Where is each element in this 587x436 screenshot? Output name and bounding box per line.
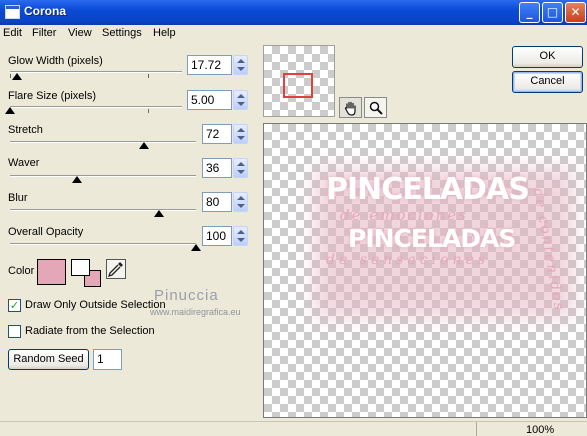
blur-slider-thumb[interactable] (153, 210, 164, 217)
credit-url: www.maidiregrafica.eu (150, 307, 241, 317)
glow-width-slider-thumb[interactable] (11, 73, 22, 80)
title-bar: Corona _ □ ✕ (0, 0, 587, 25)
watermark-line1: PINCELADAS (326, 172, 530, 207)
preview-navigator[interactable] (263, 45, 335, 117)
stretch-slider-thumb[interactable] (138, 142, 149, 149)
flare-size-spinner[interactable] (233, 90, 248, 110)
menu-settings[interactable]: Settings (102, 27, 142, 39)
pan-tool-button[interactable] (339, 97, 362, 118)
zoom-tool-button[interactable] (364, 97, 387, 118)
color-swatch[interactable] (37, 259, 66, 285)
window-title: Corona (24, 4, 66, 18)
random-seed-input[interactable]: 1 (93, 349, 122, 370)
cancel-button[interactable]: Cancel (512, 71, 583, 93)
radiate-label: Radiate from the Selection (25, 325, 155, 337)
waver-input[interactable]: 36 (202, 158, 232, 178)
flare-size-input[interactable]: 5.00 (187, 90, 232, 110)
hand-icon (344, 101, 356, 116)
draw-only-outside-label: Draw Only Outside Selection (25, 299, 166, 311)
blur-spinner[interactable] (233, 192, 248, 212)
navigator-viewport[interactable] (283, 73, 313, 98)
blur-label: Blur (8, 192, 28, 204)
status-bar: 100% (0, 421, 587, 436)
zoom-level: 100% (526, 424, 555, 436)
glow-width-label: Glow Width (pixels) (8, 55, 103, 67)
preview-canvas[interactable]: PINCELADAS de emociones PINCELADAS de se… (263, 123, 587, 418)
glow-width-spinner[interactable] (233, 55, 248, 75)
waver-spinner[interactable] (233, 158, 248, 178)
blur-slider-track[interactable] (10, 209, 196, 211)
ok-button[interactable]: OK (512, 46, 583, 68)
menu-view[interactable]: View (68, 27, 92, 39)
flare-size-slider-thumb[interactable] (5, 107, 15, 114)
tick-mark (148, 74, 149, 78)
magnifier-icon (369, 101, 383, 115)
random-seed-button[interactable]: Random Seed (8, 349, 89, 370)
flare-size-slider-track[interactable] (10, 106, 182, 108)
menu-filter[interactable]: Filter (32, 27, 56, 39)
stretch-slider-track[interactable] (10, 141, 196, 143)
stretch-label: Stretch (8, 124, 43, 136)
stretch-input[interactable]: 72 (202, 124, 232, 144)
maximize-button[interactable]: □ (542, 2, 563, 23)
menu-edit[interactable]: Edit (3, 27, 22, 39)
menu-help[interactable]: Help (153, 27, 176, 39)
menu-bar: Edit Filter View Settings Help (0, 25, 587, 43)
glow-width-input[interactable]: 17.72 (187, 55, 232, 75)
color-label: Color (8, 265, 35, 277)
eyedropper-button[interactable] (106, 259, 126, 279)
minimize-button[interactable]: _ (519, 2, 540, 23)
opacity-slider-track[interactable] (10, 243, 196, 245)
watermark-line3: PINCELADAS (348, 224, 516, 253)
opacity-input[interactable]: 100 (202, 226, 232, 246)
watermark-line4: de sensaciones (326, 252, 489, 268)
eyedropper-icon (107, 262, 123, 278)
opacity-slider-thumb[interactable] (191, 244, 201, 251)
waver-slider-track[interactable] (10, 175, 196, 177)
waver-slider-thumb[interactable] (71, 176, 82, 183)
tick-mark (10, 74, 11, 78)
foreground-color-swatch[interactable] (71, 259, 90, 276)
credit-name: Pinuccia (154, 287, 219, 304)
opacity-spinner[interactable] (233, 226, 248, 246)
blur-input[interactable]: 80 (202, 192, 232, 212)
flare-size-label: Flare Size (pixels) (8, 90, 97, 102)
stretch-spinner[interactable] (233, 124, 248, 144)
radiate-checkbox[interactable] (8, 325, 21, 338)
waver-label: Waver (8, 157, 40, 169)
draw-only-outside-checkbox[interactable]: ✓ (8, 299, 21, 312)
opacity-label: Overall Opacity (8, 226, 84, 238)
close-button[interactable]: ✕ (565, 2, 586, 23)
tick-mark (148, 109, 149, 113)
glow-width-slider-track[interactable] (10, 71, 182, 73)
app-icon (5, 5, 20, 19)
watermark-line2: de emociones (340, 206, 468, 224)
settings-panel: Glow Width (pixels) 17.72 Flare Size (pi… (0, 43, 258, 423)
